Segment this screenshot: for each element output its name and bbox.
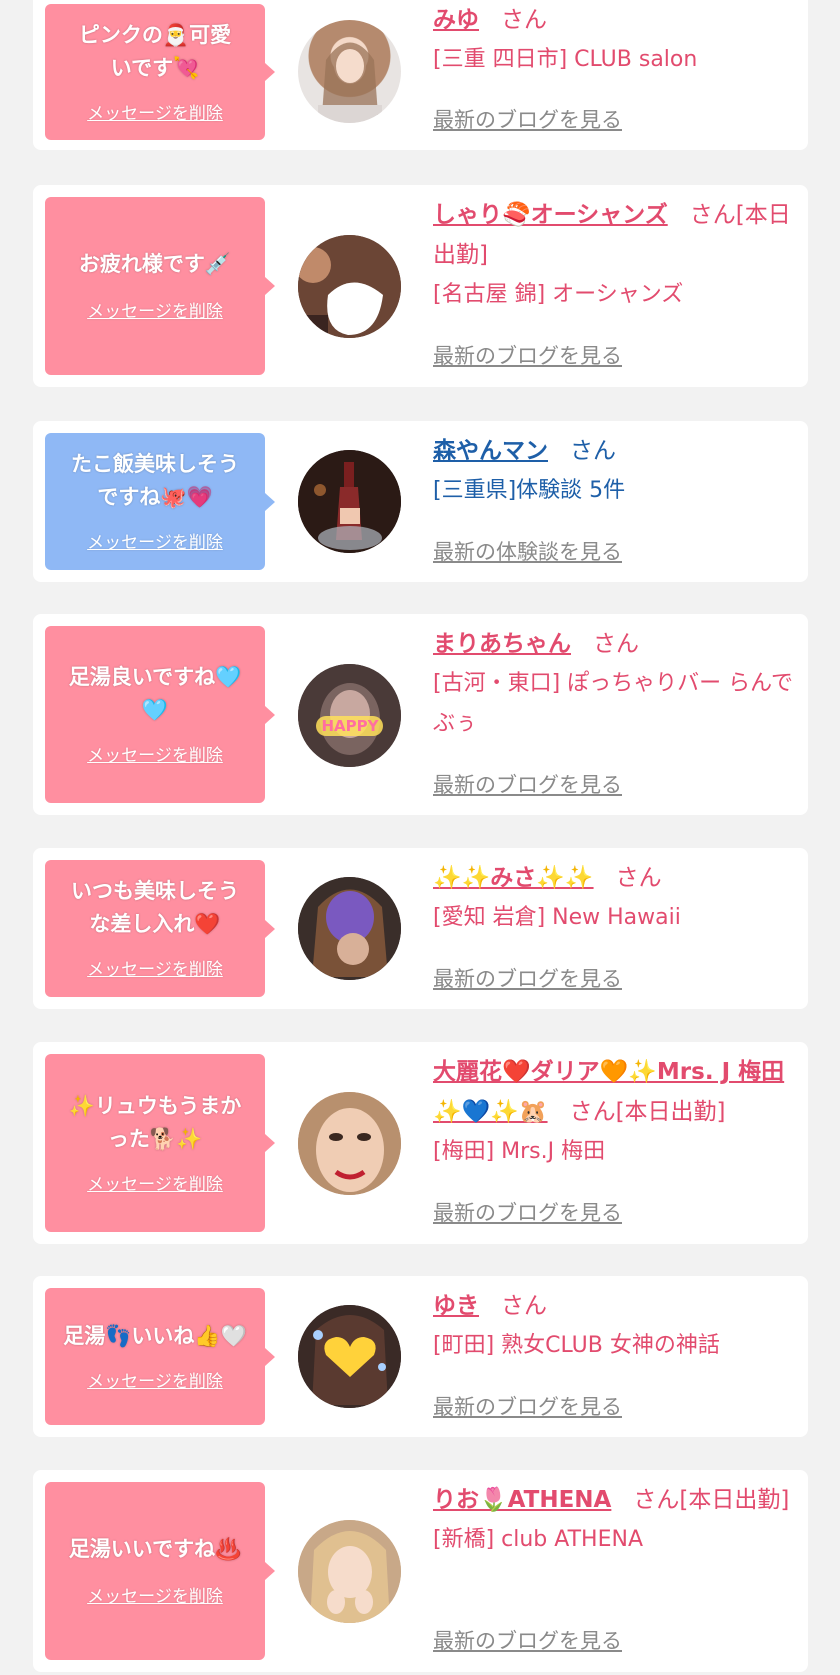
message-bubble: たこ飯美味しそうですね🐙💗 メッセージを削除: [45, 433, 275, 570]
message-card: いつも美味しそうな差し入れ❤️ メッセージを削除 ✨✨みさ✨✨ さん [愛知 岩倉…: [33, 848, 808, 1009]
delete-message-link[interactable]: メッセージを削除: [87, 955, 223, 980]
latest-blog-link[interactable]: 最新のブログを見る: [433, 1391, 622, 1421]
message-card: 足湯👣いいね👍🤍 メッセージを削除 ゆき さん [町田] 熟女CLUB 女神の神話…: [33, 1276, 808, 1437]
latest-blog-link[interactable]: 最新のブログを見る: [433, 1625, 622, 1655]
message-bubble: お疲れ様です💉 メッセージを削除: [45, 197, 275, 375]
message-bubble: いつも美味しそうな差し入れ❤️ メッセージを削除: [45, 860, 275, 997]
avatar-photo: [318, 42, 382, 123]
svg-text:HAPPY: HAPPY: [321, 717, 379, 735]
sender-name-link[interactable]: しゃり🍣オーシャンズ: [433, 202, 668, 228]
sender-info: 森やんマン さん [三重県]体験談 5件 最新の体験談を見る: [433, 431, 794, 564]
message-bubble: 足湯👣いいね👍🤍 メッセージを削除: [45, 1288, 275, 1425]
avatar[interactable]: HAPPY: [298, 664, 401, 767]
delete-message-link[interactable]: メッセージを削除: [87, 1582, 223, 1607]
avatar[interactable]: [298, 20, 401, 123]
sender-name-line: ✨✨みさ✨✨ さん: [433, 858, 794, 898]
delete-message-link[interactable]: メッセージを削除: [87, 99, 223, 124]
latest-blog-link[interactable]: 最新のブログを見る: [433, 104, 622, 134]
avatar-photo: [298, 1092, 401, 1195]
sender-name-line: ゆき さん: [433, 1286, 794, 1326]
sender-name-link[interactable]: りお🌷ATHENA: [433, 1487, 611, 1513]
sender-info: りお🌷ATHENA さん[本日出勤] [新橋] club ATHENA 最新のブロ…: [433, 1480, 794, 1653]
message-text: ピンクの🎅可愛いです💘: [78, 22, 232, 80]
message-text: 足湯👣いいね👍🤍: [63, 1323, 247, 1348]
latest-blog-link[interactable]: 最新のブログを見る: [433, 963, 622, 993]
avatar[interactable]: [298, 235, 401, 338]
message-card: たこ飯美味しそうですね🐙💗 メッセージを削除 森やんマン さん [三重県]体験談 …: [33, 421, 808, 582]
message-text: お疲れ様です💉: [78, 252, 232, 276]
shop-label: [三重県]体験談 5件: [433, 478, 626, 503]
sender-name-line: りお🌷ATHENA さん[本日出勤]: [433, 1480, 794, 1520]
sender-name-link[interactable]: まりあちゃん: [433, 631, 571, 657]
sender-name-link[interactable]: みゆ: [433, 7, 479, 33]
avatar-photo: HAPPY: [298, 664, 401, 767]
avatar-photo: [298, 450, 401, 553]
avatar[interactable]: [298, 450, 401, 553]
name-suffix: さん[本日出勤]: [633, 1487, 790, 1513]
message-card: お疲れ様です💉 メッセージを削除 しゃり🍣オーシャンズ さん[本日出勤] [名古屋…: [33, 185, 808, 387]
message-bubble: 足湯良いですね🩵🩵 メッセージを削除: [45, 626, 275, 803]
name-suffix: さん[本日出勤]: [569, 1099, 726, 1125]
message-card: ピンクの🎅可愛いです💘 メッセージを削除 みゆ さん [三重 四日市] CLUB …: [33, 0, 808, 150]
message-text: たこ飯美味しそうですね🐙💗: [71, 452, 239, 509]
latest-blog-link[interactable]: 最新のブログを見る: [433, 769, 622, 799]
avatar[interactable]: [298, 1520, 401, 1623]
sender-name-line: みゆ さん: [433, 0, 794, 40]
sender-info: 大麗花❤️ダリア🧡✨Mrs. J 梅田✨💙✨🐹 さん[本日出勤] [梅田] Mrs…: [433, 1052, 794, 1225]
avatar-photo: [298, 1305, 401, 1408]
message-card: 足湯良いですね🩵🩵 メッセージを削除 HAPPY まりあちゃん さん [古河・東口…: [33, 614, 808, 815]
sender-name-link[interactable]: ゆき: [433, 1293, 479, 1319]
sender-info: みゆ さん [三重 四日市] CLUB salon 最新のブログを見る: [433, 0, 794, 132]
name-suffix: さん: [615, 865, 662, 891]
message-bubble: ✨リュウもうまかった🐕✨ メッセージを削除: [45, 1054, 275, 1232]
name-suffix: さん: [570, 438, 616, 464]
avatar[interactable]: [298, 1092, 401, 1195]
sender-name-link[interactable]: ✨✨みさ✨✨: [433, 865, 594, 891]
avatar-photo: [298, 877, 401, 980]
name-suffix: さん: [593, 631, 639, 657]
delete-message-link[interactable]: メッセージを削除: [87, 1170, 223, 1195]
message-list: ピンクの🎅可愛いです💘 メッセージを削除 みゆ さん [三重 四日市] CLUB …: [0, 0, 840, 1675]
message-text: いつも美味しそうな差し入れ❤️: [71, 879, 239, 936]
message-text: 足湯いいですね♨️: [68, 1537, 242, 1561]
message-text: 足湯良いですね🩵🩵: [68, 665, 242, 722]
latest-blog-link[interactable]: 最新の体験談を見る: [433, 536, 622, 566]
delete-message-link[interactable]: メッセージを削除: [87, 741, 223, 766]
latest-blog-link[interactable]: 最新のブログを見る: [433, 1197, 622, 1227]
delete-message-link[interactable]: メッセージを削除: [87, 528, 223, 553]
shop-label: [町田] 熟女CLUB 女神の神話: [433, 1333, 720, 1358]
sender-info: ✨✨みさ✨✨ さん [愛知 岩倉] New Hawaii 最新のブログを見る: [433, 858, 794, 991]
delete-message-link[interactable]: メッセージを削除: [87, 1367, 223, 1392]
message-text: ✨リュウもうまかった🐕✨: [68, 1093, 242, 1151]
shop-label: [古河・東口] ぽっちゃりバー らんでぶぅ: [433, 671, 794, 736]
message-card: ✨リュウもうまかった🐕✨ メッセージを削除 大麗花❤️ダリア🧡✨Mrs. J 梅…: [33, 1042, 808, 1244]
shop-label: [名古屋 錦] オーシャンズ: [433, 282, 684, 307]
name-suffix: さん: [501, 7, 547, 33]
shop-label: [愛知 岩倉] New Hawaii: [433, 905, 681, 930]
avatar[interactable]: [298, 1305, 401, 1408]
sender-info: まりあちゃん さん [古河・東口] ぽっちゃりバー らんでぶぅ 最新のブログを見る: [433, 624, 794, 797]
message-card: 足湯いいですね♨️ メッセージを削除 りお🌷ATHENA さん[本日出勤] [新橋…: [33, 1470, 808, 1672]
message-bubble: 足湯いいですね♨️ メッセージを削除: [45, 1482, 275, 1660]
message-bubble: ピンクの🎅可愛いです💘 メッセージを削除: [45, 4, 275, 140]
sender-name-line: 森やんマン さん: [433, 431, 794, 471]
avatar[interactable]: [298, 877, 401, 980]
sender-name-line: しゃり🍣オーシャンズ さん[本日出勤]: [433, 195, 794, 275]
shop-label: [三重 四日市] CLUB salon: [433, 47, 698, 72]
sender-info: ゆき さん [町田] 熟女CLUB 女神の神話 最新のブログを見る: [433, 1286, 794, 1419]
sender-info: しゃり🍣オーシャンズ さん[本日出勤] [名古屋 錦] オーシャンズ 最新のブログ…: [433, 195, 794, 368]
sender-name-link[interactable]: 森やんマン: [433, 438, 548, 464]
avatar-photo: [298, 1520, 401, 1623]
avatar-photo: [298, 235, 401, 338]
name-suffix: さん: [501, 1293, 547, 1319]
sender-name-line: 大麗花❤️ダリア🧡✨Mrs. J 梅田✨💙✨🐹 さん[本日出勤]: [433, 1052, 794, 1132]
shop-label: [新橋] club ATHENA: [433, 1527, 643, 1552]
latest-blog-link[interactable]: 最新のブログを見る: [433, 340, 622, 370]
delete-message-link[interactable]: メッセージを削除: [87, 297, 223, 322]
shop-label: [梅田] Mrs.J 梅田: [433, 1139, 606, 1164]
sender-name-line: まりあちゃん さん: [433, 624, 794, 664]
